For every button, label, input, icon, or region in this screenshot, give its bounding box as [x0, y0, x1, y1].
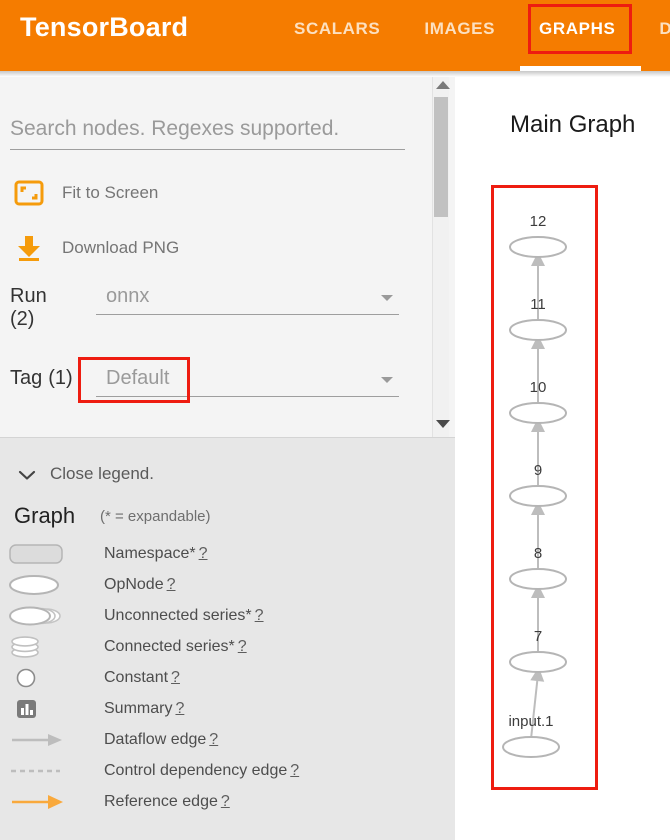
app-brand: TensorBoard — [20, 12, 188, 43]
legend-panel: Close legend. Graph (* = expandable) Nam… — [0, 437, 455, 840]
scroll-down-arrow-icon[interactable] — [436, 420, 450, 428]
connected-series-icon — [8, 634, 64, 660]
graph-node-label-10[interactable]: 10 — [518, 379, 558, 396]
constant-circle-icon — [8, 665, 64, 691]
namespace-shape-icon — [8, 541, 64, 567]
tag-selector-label: Tag — [10, 367, 42, 390]
help-link-summary[interactable]: ? — [175, 700, 184, 717]
tag-chevron-down-icon — [381, 377, 393, 383]
fit-to-screen-button[interactable]: Fit to Screen — [14, 180, 158, 206]
search-input[interactable] — [10, 117, 405, 150]
legend-text-constant: Constant — [104, 669, 168, 686]
main-tabs: SCALARS IMAGES GRAPHS D — [272, 16, 670, 42]
legend-item-dataflow-edge: Dataflow edge? — [0, 724, 455, 755]
legend-label-constant: Constant? — [104, 669, 180, 687]
dataflow-edge-icon — [8, 727, 64, 753]
legend-item-opnode: OpNode? — [0, 569, 455, 600]
chevron-down-icon — [18, 468, 36, 480]
legend-item-summary: Summary? — [0, 693, 455, 724]
legend-label-opnode: OpNode? — [104, 576, 176, 594]
help-link-dataflow-edge[interactable]: ? — [209, 731, 218, 748]
legend-item-reference-edge: Reference edge? — [0, 786, 455, 817]
reference-edge-icon — [8, 789, 64, 815]
opnode-ellipse-icon — [8, 572, 64, 598]
tag-selector-dropdown[interactable]: Default — [96, 367, 399, 397]
tensorboard-app: TensorBoard SCALARS IMAGES GRAPHS D Fit … — [0, 0, 670, 840]
sidebar: Fit to Screen Download PNG Run (2) onnx — [0, 77, 455, 437]
tag-selector-value: Default — [106, 367, 169, 390]
fit-to-screen-icon — [14, 180, 44, 206]
tab-images[interactable]: IMAGES — [402, 16, 517, 42]
legend-label-unconnected-series: Unconnected series*? — [104, 607, 264, 625]
legend-text-unconnected-series: Unconnected series* — [104, 607, 252, 624]
unconnected-series-icon — [8, 603, 64, 629]
legend-label-connected-series: Connected series*? — [104, 638, 247, 656]
help-link-namespace[interactable]: ? — [199, 545, 208, 562]
legend-item-connected-series: Connected series*? — [0, 631, 455, 662]
graph-node-label-input-1[interactable]: input.1 — [491, 713, 571, 730]
help-link-constant[interactable]: ? — [171, 669, 180, 686]
legend-item-control-dependency-edge: Control dependency edge? — [0, 755, 455, 786]
legend-item-namespace: Namespace*? — [0, 538, 455, 569]
close-legend-label: Close legend. — [50, 464, 154, 484]
legend-items-list: Namespace*? OpNode? Un — [0, 538, 455, 817]
run-selector-count: (2) — [10, 308, 96, 331]
help-link-connected-series[interactable]: ? — [238, 638, 247, 655]
search-row — [10, 117, 405, 150]
tab-graphs[interactable]: GRAPHS — [517, 16, 637, 42]
graph-node-label-9[interactable]: 9 — [518, 462, 558, 479]
legend-subtitle: (* = expandable) — [100, 508, 211, 525]
legend-text-dataflow-edge: Dataflow edge — [104, 731, 206, 748]
download-png-button[interactable]: Download PNG — [14, 235, 179, 261]
legend-label-namespace: Namespace*? — [104, 545, 208, 563]
graph-node-label-7[interactable]: 7 — [518, 628, 558, 645]
download-png-label: Download PNG — [62, 238, 179, 258]
legend-label-reference-edge: Reference edge? — [104, 793, 230, 811]
legend-text-namespace: Namespace* — [104, 545, 196, 562]
run-selector-value: onnx — [106, 285, 149, 308]
tab-scalars[interactable]: SCALARS — [272, 16, 402, 42]
app-header: TensorBoard SCALARS IMAGES GRAPHS D — [0, 0, 670, 71]
legend-item-unconnected-series: Unconnected series*? — [0, 600, 455, 631]
legend-label-dataflow-edge: Dataflow edge? — [104, 731, 218, 749]
download-icon — [14, 235, 44, 261]
legend-text-opnode: OpNode — [104, 576, 164, 593]
legend-title: Graph — [14, 503, 75, 529]
graph-panel: Main Graph — [455, 77, 670, 840]
close-legend-button[interactable]: Close legend. — [18, 464, 154, 484]
tag-selector-count: (1) — [48, 367, 72, 390]
graph-node-label-11[interactable]: 11 — [518, 296, 558, 313]
summary-chart-icon — [8, 696, 64, 722]
graph-nodes — [503, 237, 566, 757]
control-dependency-edge-icon — [8, 758, 64, 784]
help-link-unconnected-series[interactable]: ? — [255, 607, 264, 624]
help-link-control-dependency-edge[interactable]: ? — [290, 762, 299, 779]
legend-item-constant: Constant? — [0, 662, 455, 693]
legend-text-control-dependency-edge: Control dependency edge — [104, 762, 287, 779]
tab-distributions[interactable]: D — [637, 16, 670, 42]
scroll-up-arrow-icon[interactable] — [436, 81, 450, 89]
sidebar-scrollbar-thumb[interactable] — [434, 97, 448, 217]
run-selector-row: Run (2) onnx — [10, 285, 399, 331]
run-selector-label: Run — [10, 285, 96, 308]
graph-node-label-8[interactable]: 8 — [518, 545, 558, 562]
run-selector-dropdown[interactable]: onnx — [96, 285, 399, 315]
graph-node-label-12[interactable]: 12 — [518, 213, 558, 230]
legend-text-summary: Summary — [104, 700, 172, 717]
help-link-reference-edge[interactable]: ? — [221, 793, 230, 810]
legend-label-summary: Summary? — [104, 700, 184, 718]
legend-text-reference-edge: Reference edge — [104, 793, 218, 810]
run-chevron-down-icon — [381, 295, 393, 301]
legend-label-control-dependency-edge: Control dependency edge? — [104, 762, 299, 780]
tag-selector-row: Tag (1) Default — [10, 367, 399, 397]
fit-to-screen-label: Fit to Screen — [62, 183, 158, 203]
help-link-opnode[interactable]: ? — [167, 576, 176, 593]
legend-text-connected-series: Connected series* — [104, 638, 235, 655]
